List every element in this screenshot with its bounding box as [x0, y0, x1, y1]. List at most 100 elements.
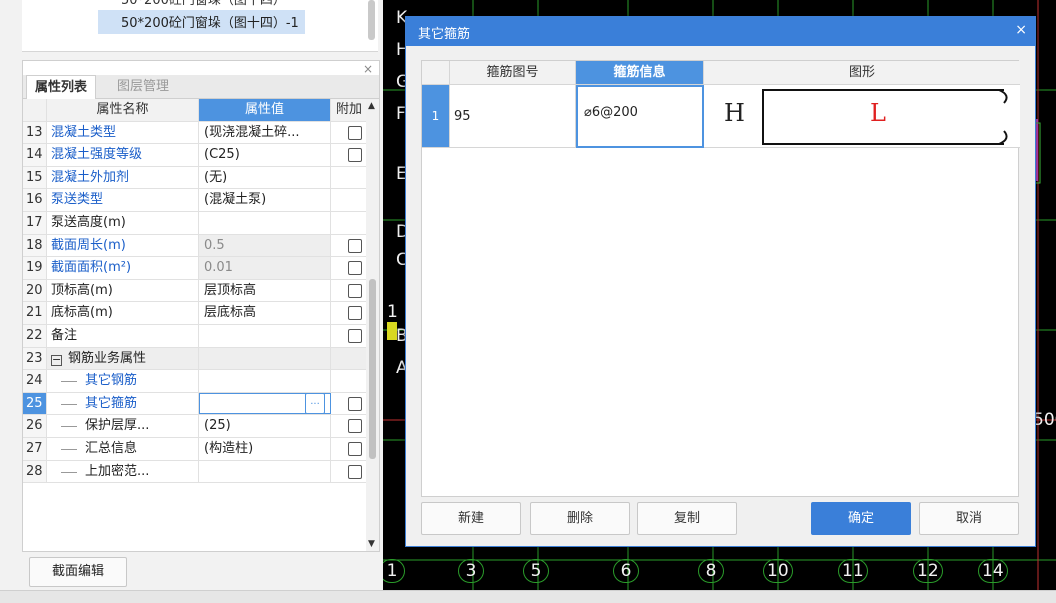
- extra-checkbox[interactable]: [348, 125, 362, 140]
- property-row[interactable]: 25 其它箍筋 ···: [23, 392, 367, 416]
- extra-checkbox[interactable]: [348, 441, 362, 456]
- property-row[interactable]: 26 保护层厚... (25): [23, 415, 367, 438]
- figure-no-cell[interactable]: 95: [450, 85, 576, 148]
- extra-cell: [331, 438, 367, 460]
- property-row[interactable]: 20 顶标高(m) 层顶标高: [23, 279, 367, 303]
- property-value[interactable]: (无): [199, 166, 331, 189]
- new-button[interactable]: 新建: [421, 502, 521, 535]
- axis-number: 5: [523, 559, 549, 583]
- property-value[interactable]: 0.5: [199, 234, 331, 257]
- property-row[interactable]: 28 上加密范...: [23, 460, 367, 484]
- extra-checkbox[interactable]: [348, 419, 362, 434]
- property-row[interactable]: 24 其它钢筋: [23, 370, 367, 393]
- property-value[interactable]: 层底标高: [199, 302, 331, 324]
- row-number: 13: [23, 121, 47, 144]
- row-number: 19: [23, 257, 47, 279]
- property-scrollbar[interactable]: ▲ ▼: [366, 99, 379, 551]
- axis-number: 3: [458, 559, 484, 583]
- dialog-close-icon[interactable]: ×: [1015, 22, 1027, 38]
- property-value[interactable]: (现浇混凝土碎...: [199, 121, 331, 144]
- extra-cell: [331, 189, 367, 211]
- header-num: [23, 99, 47, 121]
- property-name: 上加密范...: [47, 460, 199, 483]
- row-number: 18: [23, 234, 47, 257]
- property-row[interactable]: 16 泵送类型 (混凝土泵): [23, 189, 367, 212]
- axis-number: 10: [763, 559, 793, 583]
- tree-item[interactable]: 50*200砼门窗垛（图十四）: [121, 0, 286, 8]
- property-value[interactable]: (25): [199, 415, 331, 437]
- property-row[interactable]: 19 截面面积(m²) 0.01: [23, 257, 367, 280]
- property-name: 混凝土外加剂: [47, 166, 199, 189]
- left-panel: 50*200砼门窗垛（图十四） 50*200砼门窗垛（图十四）-1 × 属性列表…: [0, 0, 383, 603]
- extra-cell: [331, 280, 367, 302]
- column-stirrup-info[interactable]: 箍筋信息: [576, 61, 704, 85]
- row-number: 28: [23, 460, 47, 483]
- collapse-icon[interactable]: −: [51, 354, 62, 366]
- property-row[interactable]: 14 混凝土强度等级 (C25): [23, 144, 367, 167]
- extra-cell: [331, 415, 367, 437]
- tree-scrollbar[interactable]: [368, 0, 375, 40]
- extra-checkbox[interactable]: [348, 328, 362, 343]
- grid-corner: [422, 61, 450, 85]
- extra-checkbox[interactable]: [348, 261, 362, 276]
- property-row[interactable]: 13 混凝土类型 (现浇混凝土碎...: [23, 121, 367, 145]
- property-value[interactable]: [199, 347, 331, 370]
- ellipsis-button[interactable]: ···: [305, 392, 325, 415]
- extra-cell: [331, 144, 367, 166]
- property-value[interactable]: [199, 324, 331, 347]
- scroll-down-icon[interactable]: ▼: [368, 539, 375, 549]
- property-row[interactable]: 27 汇总信息 (构造柱): [23, 437, 367, 461]
- extra-checkbox[interactable]: [348, 148, 362, 163]
- property-name: 截面面积(m²): [47, 257, 199, 279]
- copy-button[interactable]: 复制: [637, 502, 737, 535]
- property-value[interactable]: (构造柱): [199, 437, 331, 460]
- property-row[interactable]: 21 底标高(m) 层底标高: [23, 302, 367, 325]
- panel-close-icon[interactable]: ×: [363, 62, 373, 76]
- property-value[interactable]: 层顶标高: [199, 279, 331, 302]
- tab-layer-management[interactable]: 图层管理: [109, 75, 177, 99]
- property-row[interactable]: 22 备注: [23, 324, 367, 348]
- extra-cell: [331, 122, 367, 144]
- property-panel: × 属性列表 图层管理 属性名称 属性值 附加 13 混凝土类型 (现浇混凝土碎..…: [22, 60, 380, 552]
- column-figure-no[interactable]: 箍筋图号: [450, 61, 576, 85]
- extra-checkbox[interactable]: [348, 283, 362, 298]
- property-name: − 钢筋业务属性: [47, 347, 199, 370]
- property-value[interactable]: [199, 460, 331, 483]
- extra-cell: [331, 461, 367, 483]
- delete-button[interactable]: 删除: [530, 502, 630, 535]
- dialog-titlebar[interactable]: 其它箍筋 ×: [406, 17, 1035, 46]
- property-row[interactable]: 15 混凝土外加剂 (无): [23, 166, 367, 190]
- property-row[interactable]: 23− 钢筋业务属性: [23, 347, 367, 371]
- scroll-thumb[interactable]: [369, 279, 376, 459]
- row-index[interactable]: 1: [422, 85, 450, 148]
- extra-checkbox[interactable]: [348, 464, 362, 479]
- header-extra: 附加: [335, 102, 362, 117]
- property-row[interactable]: 18 截面周长(m) 0.5: [23, 234, 367, 258]
- stirrup-info-cell[interactable]: ⌀6@200: [576, 85, 704, 148]
- property-value[interactable]: [199, 370, 331, 392]
- property-name: 其它箍筋: [47, 392, 199, 415]
- row-number: 27: [23, 437, 47, 460]
- property-value[interactable]: (C25): [199, 144, 331, 166]
- scroll-up-icon[interactable]: ▲: [368, 101, 375, 111]
- extra-checkbox[interactable]: [348, 238, 362, 253]
- row-number: 23: [23, 347, 47, 370]
- property-name: 泵送类型: [47, 189, 199, 211]
- section-edit-button[interactable]: 截面编辑: [29, 557, 127, 587]
- header-value: 属性值: [199, 99, 331, 121]
- property-row[interactable]: 17 泵送高度(m): [23, 211, 367, 235]
- ok-button[interactable]: 确定: [811, 502, 911, 535]
- property-value[interactable]: (混凝土泵): [199, 189, 331, 211]
- extra-checkbox[interactable]: [348, 306, 362, 321]
- tree-item-selected[interactable]: 50*200砼门窗垛（图十四）-1: [98, 10, 305, 34]
- property-name: 保护层厚...: [47, 415, 199, 437]
- row-number: 20: [23, 279, 47, 302]
- property-value[interactable]: 0.01: [199, 257, 331, 279]
- extra-checkbox[interactable]: [348, 396, 362, 411]
- shape-cell[interactable]: H L: [704, 85, 1020, 148]
- cancel-button[interactable]: 取消: [919, 502, 1019, 535]
- shape-label-l: L: [870, 99, 886, 127]
- column-shape[interactable]: 图形: [704, 61, 1020, 85]
- tab-property-list[interactable]: 属性列表: [26, 75, 97, 99]
- property-value[interactable]: [199, 211, 331, 234]
